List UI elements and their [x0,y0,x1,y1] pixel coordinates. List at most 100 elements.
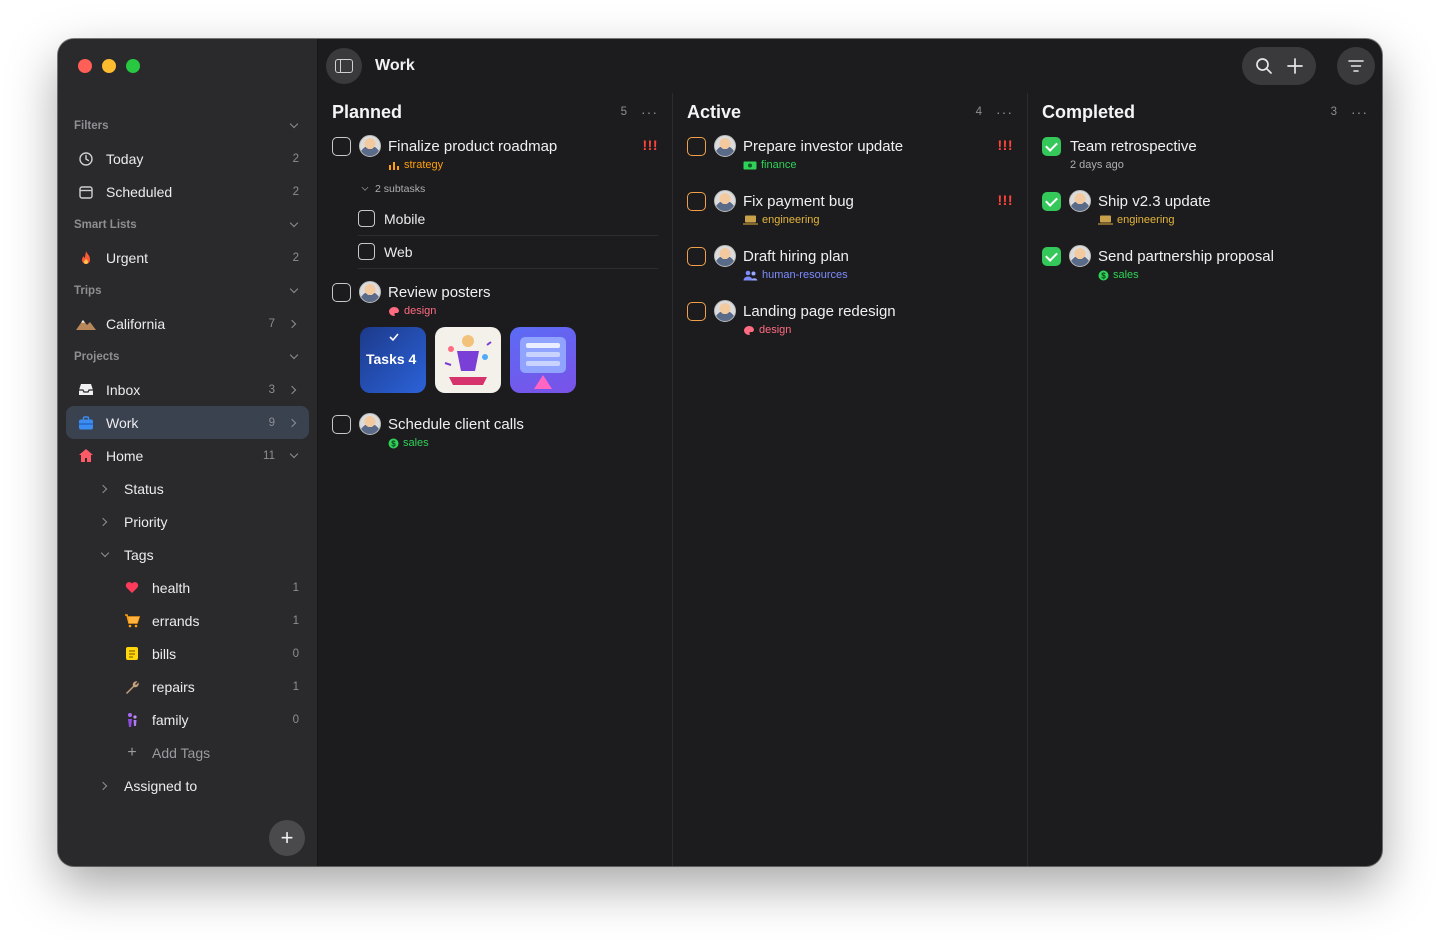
add-list-button[interactable]: + [269,820,305,856]
avatar [714,190,736,212]
subtask-row[interactable]: Mobile [358,203,658,236]
sidebar-item-today[interactable]: Today 2 [66,142,309,175]
task-card[interactable]: Finalize product roadmap strategy !!! [332,131,658,181]
section-header-trips[interactable]: Trips [66,274,309,307]
filter-menu-button[interactable] [1337,47,1375,85]
task-tag[interactable]: finance [743,159,1013,171]
task-checkbox-checked[interactable] [1042,247,1061,266]
task-checkbox-checked[interactable] [1042,137,1061,156]
task-checkbox[interactable] [687,247,706,266]
sidebar-item-tags[interactable]: Tags [66,538,309,571]
task-card[interactable]: Fix payment bug engineering !!! [687,186,1013,241]
task-tag[interactable]: design [743,324,1013,336]
more-options-icon[interactable]: ··· [641,104,658,120]
sidebar-item-work[interactable]: Work 9 [66,406,309,439]
attachment-thumbnail[interactable] [435,327,501,393]
chevron-down-icon[interactable] [289,451,299,461]
chevron-right-icon[interactable] [100,484,110,494]
thumbnail-caption: Tasks 4 [366,351,417,367]
sidebar-item-label: health [152,579,191,596]
sidebar-item-count: 2 [292,185,299,198]
subtask-checkbox[interactable] [358,243,375,260]
task-checkbox[interactable] [687,137,706,156]
search-icon [1256,58,1272,74]
section-header-smart-lists[interactable]: Smart Lists [66,208,309,241]
sidebar-tag-health[interactable]: health 1 [66,571,309,604]
sidebar-item-label: Priority [124,513,168,530]
sidebar-item-home[interactable]: Home 11 [66,439,309,472]
toggle-sidebar-button[interactable] [326,48,362,84]
sidebar-tag-errands[interactable]: errands 1 [66,604,309,637]
sidebar-item-scheduled[interactable]: Scheduled 2 [66,175,309,208]
svg-text:$: $ [1101,271,1106,280]
task-tag[interactable]: engineering [743,214,1013,226]
attachment-thumbnail[interactable]: Tasks 4 [360,327,426,393]
search-button[interactable] [1255,57,1273,75]
chevron-right-icon[interactable] [289,385,299,395]
zoom-window-button[interactable] [126,59,140,73]
task-card[interactable]: Review posters design [332,277,658,321]
sidebar-item-inbox[interactable]: Inbox 3 [66,373,309,406]
subtask-row[interactable]: Web [358,236,658,269]
plus-icon: + [280,825,294,850]
task-tag[interactable]: design [388,305,658,317]
sidebar-item-status[interactable]: Status [66,472,309,505]
task-card[interactable]: Team retrospective 2 days ago [1042,131,1368,186]
task-tag[interactable]: $ sales [388,437,658,449]
chevron-right-icon[interactable] [289,418,299,428]
task-title: Landing page redesign [743,303,896,320]
mountain-icon [76,314,96,334]
task-checkbox[interactable] [332,283,351,302]
subtasks-toggle[interactable]: 2 subtasks [332,183,658,195]
task-tag[interactable]: human-resources [743,269,1013,281]
task-card[interactable]: Draft hiring plan human-resources [687,241,1013,296]
task-checkbox[interactable] [332,415,351,434]
heart-icon [122,578,142,598]
chevron-right-icon[interactable] [289,319,299,329]
task-checkbox[interactable] [687,192,706,211]
task-checkbox[interactable] [332,137,351,156]
attachment-thumbnail[interactable] [510,327,576,393]
sidebar-item-label: Assigned to [124,777,198,794]
task-title: Team retrospective [1070,138,1197,155]
chevron-down-icon[interactable] [289,286,299,296]
section-header-projects[interactable]: Projects [66,340,309,373]
task-tag[interactable]: strategy [388,159,658,171]
minimize-window-button[interactable] [102,59,116,73]
chevron-down-icon[interactable] [289,352,299,362]
section-header-filters[interactable]: Filters [66,109,309,142]
sidebar-tag-family[interactable]: family 0 [66,703,309,736]
task-card[interactable]: Prepare investor update finance !!! [687,131,1013,186]
close-window-button[interactable] [78,59,92,73]
add-tags-button[interactable]: + Add Tags [66,736,309,769]
sidebar-tag-repairs[interactable]: repairs 1 [66,670,309,703]
sidebar-item-urgent[interactable]: Urgent 2 [66,241,309,274]
chevron-down-icon[interactable] [289,220,299,230]
svg-text:$: $ [391,439,396,448]
chevron-right-icon[interactable] [100,517,110,527]
task-card[interactable]: Send partnership proposal $ sales [1042,241,1368,296]
task-checkbox-checked[interactable] [1042,192,1061,211]
sidebar-tag-bills[interactable]: bills 0 [66,637,309,670]
task-card[interactable]: Landing page redesign design [687,296,1013,351]
bar-chart-icon [389,161,399,170]
chevron-down-icon[interactable] [100,550,110,560]
chevron-down-icon[interactable] [289,121,299,131]
sidebar-item-california[interactable]: California 7 [66,307,309,340]
task-tag[interactable]: engineering [1098,214,1368,226]
sidebar-item-assigned-to[interactable]: Assigned to [66,769,309,802]
add-task-button[interactable] [1287,58,1303,74]
chevron-right-icon[interactable] [100,781,110,791]
more-options-icon[interactable]: ··· [996,104,1013,120]
task-card[interactable]: Ship v2.3 update engineering [1042,186,1368,241]
task-checkbox[interactable] [687,302,706,321]
task-title: Prepare investor update [743,138,904,155]
people-icon [743,270,758,280]
sidebar-item-count: 1 [292,680,299,693]
task-card[interactable]: Schedule client calls $ sales [332,409,658,464]
subtask-checkbox[interactable] [358,210,375,227]
wrench-icon [122,677,142,697]
sidebar-item-priority[interactable]: Priority [66,505,309,538]
task-tag[interactable]: $ sales [1098,269,1368,281]
more-options-icon[interactable]: ··· [1351,104,1368,120]
